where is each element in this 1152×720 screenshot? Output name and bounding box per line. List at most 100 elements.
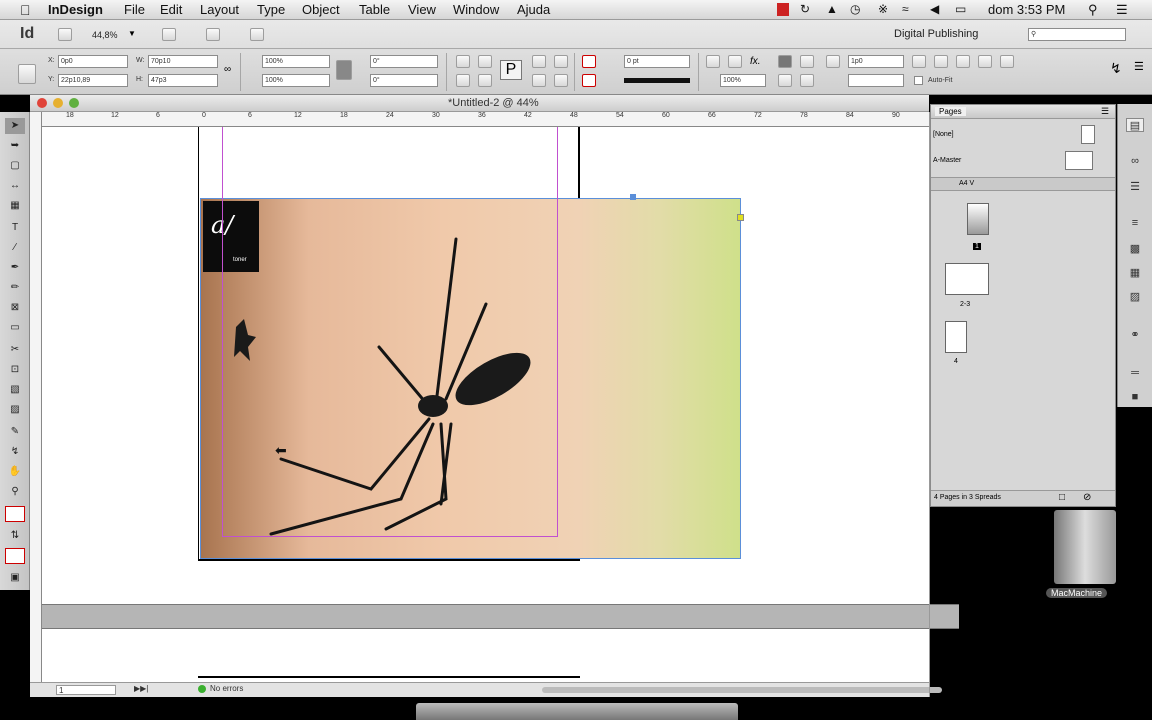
free-transform-tool-icon[interactable]: ⊡ (5, 362, 25, 378)
selection-tool-icon[interactable]: ➤ (5, 118, 25, 134)
menu-ajuda[interactable]: Ajuda (517, 2, 550, 17)
lightning-icon[interactable]: ↯ (1110, 60, 1122, 77)
eyedropper-tool-icon[interactable]: ↯ (5, 444, 25, 460)
effects-button[interactable] (728, 55, 742, 68)
stroke-type-selector[interactable] (624, 78, 690, 83)
hyperlinks-panel-icon[interactable]: ⚭ (1126, 328, 1144, 342)
align-panel-icon[interactable]: ═ (1126, 366, 1144, 380)
width-field[interactable]: 70p10 (148, 55, 218, 68)
scale-x-field[interactable]: 100% (262, 55, 330, 68)
direct-selection-tool-icon[interactable]: ➥ (5, 138, 25, 154)
page-1-thumb[interactable] (967, 203, 989, 235)
menu-edit[interactable]: Edit (160, 2, 182, 17)
clock-icon[interactable]: ◷ (850, 2, 860, 16)
chevron-down-icon[interactable]: ▼ (128, 29, 136, 38)
note-tool-icon[interactable]: ✎ (5, 424, 25, 440)
wifi-icon[interactable]: ≈ (902, 2, 909, 16)
pencil-tool-icon[interactable]: ✏ (5, 280, 25, 296)
fit-frame-button[interactable] (934, 55, 948, 68)
spotlight-icon[interactable]: ⚲ (1088, 2, 1098, 18)
select-container-button[interactable] (532, 55, 546, 68)
stroke-panel-icon[interactable]: ≡ (1126, 216, 1144, 230)
corner-options-button[interactable] (826, 55, 840, 68)
page-size-selector[interactable]: A4 V (959, 180, 974, 187)
y-field[interactable]: 22p10,89 (58, 74, 128, 87)
view-mode-icon[interactable]: ▣ (5, 570, 25, 586)
volume-icon[interactable]: ◀ (930, 2, 939, 16)
pathfinder-panel-icon[interactable]: ■ (1126, 390, 1144, 404)
fill-stroke-swatch-icon[interactable] (5, 506, 25, 522)
fx-icon[interactable]: fx. (750, 56, 761, 67)
wrap-bbox-button[interactable] (800, 55, 814, 68)
fill-proportional-button[interactable] (978, 55, 992, 68)
bluetooth-icon[interactable]: ※ (878, 2, 888, 16)
zoom-level[interactable]: 44,8% (92, 30, 118, 40)
page-4-thumb[interactable] (945, 321, 967, 353)
fit-content-button[interactable] (912, 55, 926, 68)
scale-y-field[interactable]: 100% (262, 74, 330, 87)
x-field[interactable]: 0p0 (58, 55, 128, 68)
select-content-button[interactable] (554, 55, 568, 68)
flip-h-button[interactable] (456, 74, 470, 87)
center-content-button[interactable] (956, 55, 970, 68)
arrange-documents-button[interactable] (250, 28, 264, 41)
swatches-panel-icon[interactable]: ▦ (1126, 266, 1144, 280)
corner-size-field[interactable]: 1p0 (848, 55, 904, 68)
drop-shadow-button[interactable] (706, 55, 720, 68)
workspace-switcher[interactable]: Digital Publishing (894, 28, 978, 40)
list-icon[interactable]: ☰ (1116, 2, 1128, 18)
menu-file[interactable]: File (124, 2, 145, 17)
preflight-status[interactable]: No errors (210, 684, 243, 693)
minimize-icon[interactable] (53, 98, 63, 108)
height-field[interactable]: 47p3 (148, 74, 218, 87)
status-red-icon[interactable] (777, 3, 789, 16)
zoom-tool-icon[interactable]: ⚲ (5, 484, 25, 500)
out-port-handle[interactable] (737, 214, 744, 221)
vertical-ruler[interactable] (30, 112, 42, 682)
rotation-field[interactable]: 0° (370, 55, 438, 68)
bell-icon[interactable]: ▲ (826, 2, 838, 16)
menu-type[interactable]: Type (257, 2, 285, 17)
view-options-button[interactable] (162, 28, 176, 41)
none-master-thumb[interactable] (1081, 125, 1095, 144)
mac-pro-drive-icon[interactable] (1054, 510, 1116, 584)
horizontal-scrollbar[interactable] (542, 687, 942, 693)
reference-point-icon[interactable] (18, 64, 36, 84)
stroke-weight-field[interactable]: 0 pt (624, 55, 690, 68)
shear-field[interactable]: 0° (370, 74, 438, 87)
wrap-shape-button[interactable] (778, 74, 792, 87)
preflight-status-icon[interactable] (198, 685, 206, 693)
a-master[interactable]: A-Master (933, 157, 961, 164)
content-collector-icon[interactable]: ▦ (5, 198, 25, 214)
gradient-feather-icon[interactable]: ▨ (5, 402, 25, 418)
scale-lock-button[interactable] (336, 60, 352, 80)
a-master-thumb[interactable] (1065, 151, 1093, 170)
wrap-none-button[interactable] (778, 55, 792, 68)
select-next-button[interactable] (554, 74, 568, 87)
spread-2-3-thumb[interactable] (945, 263, 989, 295)
constrain-link-icon[interactable]: ∞ (224, 64, 231, 75)
menu-table[interactable]: Table (359, 2, 390, 17)
rotate-ccw-button[interactable] (478, 55, 492, 68)
close-icon[interactable] (37, 98, 47, 108)
menu-object[interactable]: Object (302, 2, 340, 17)
bridge-button[interactable] (58, 28, 72, 41)
trash-icon[interactable]: ⊘ (1083, 492, 1091, 503)
fill-none-swatch[interactable] (582, 55, 596, 68)
menu-view[interactable]: View (408, 2, 436, 17)
none-master[interactable]: [None] (933, 131, 954, 138)
screen-mode-button[interactable] (206, 28, 220, 41)
apple-icon[interactable]:  (20, 2, 31, 18)
page-number-field[interactable]: 1 (56, 685, 116, 695)
page-tool-icon[interactable]: ▢ (5, 158, 25, 174)
page-nav-icon[interactable]: ▶▶| (134, 684, 148, 693)
horizontal-ruler[interactable]: 18 12 6 0 6 12 18 24 30 36 42 48 54 60 6… (30, 112, 929, 127)
panel-menu-icon[interactable]: ☰ (1101, 106, 1109, 117)
new-page-icon[interactable]: □ (1059, 492, 1065, 503)
apply-none-icon[interactable] (5, 548, 25, 564)
fit-proportional-button[interactable] (1000, 55, 1014, 68)
app-menu[interactable]: InDesign (48, 2, 103, 17)
wrap-jump-button[interactable] (800, 74, 814, 87)
opacity-field[interactable]: 100% (720, 74, 766, 87)
vertical-scrollbar[interactable] (929, 112, 930, 697)
